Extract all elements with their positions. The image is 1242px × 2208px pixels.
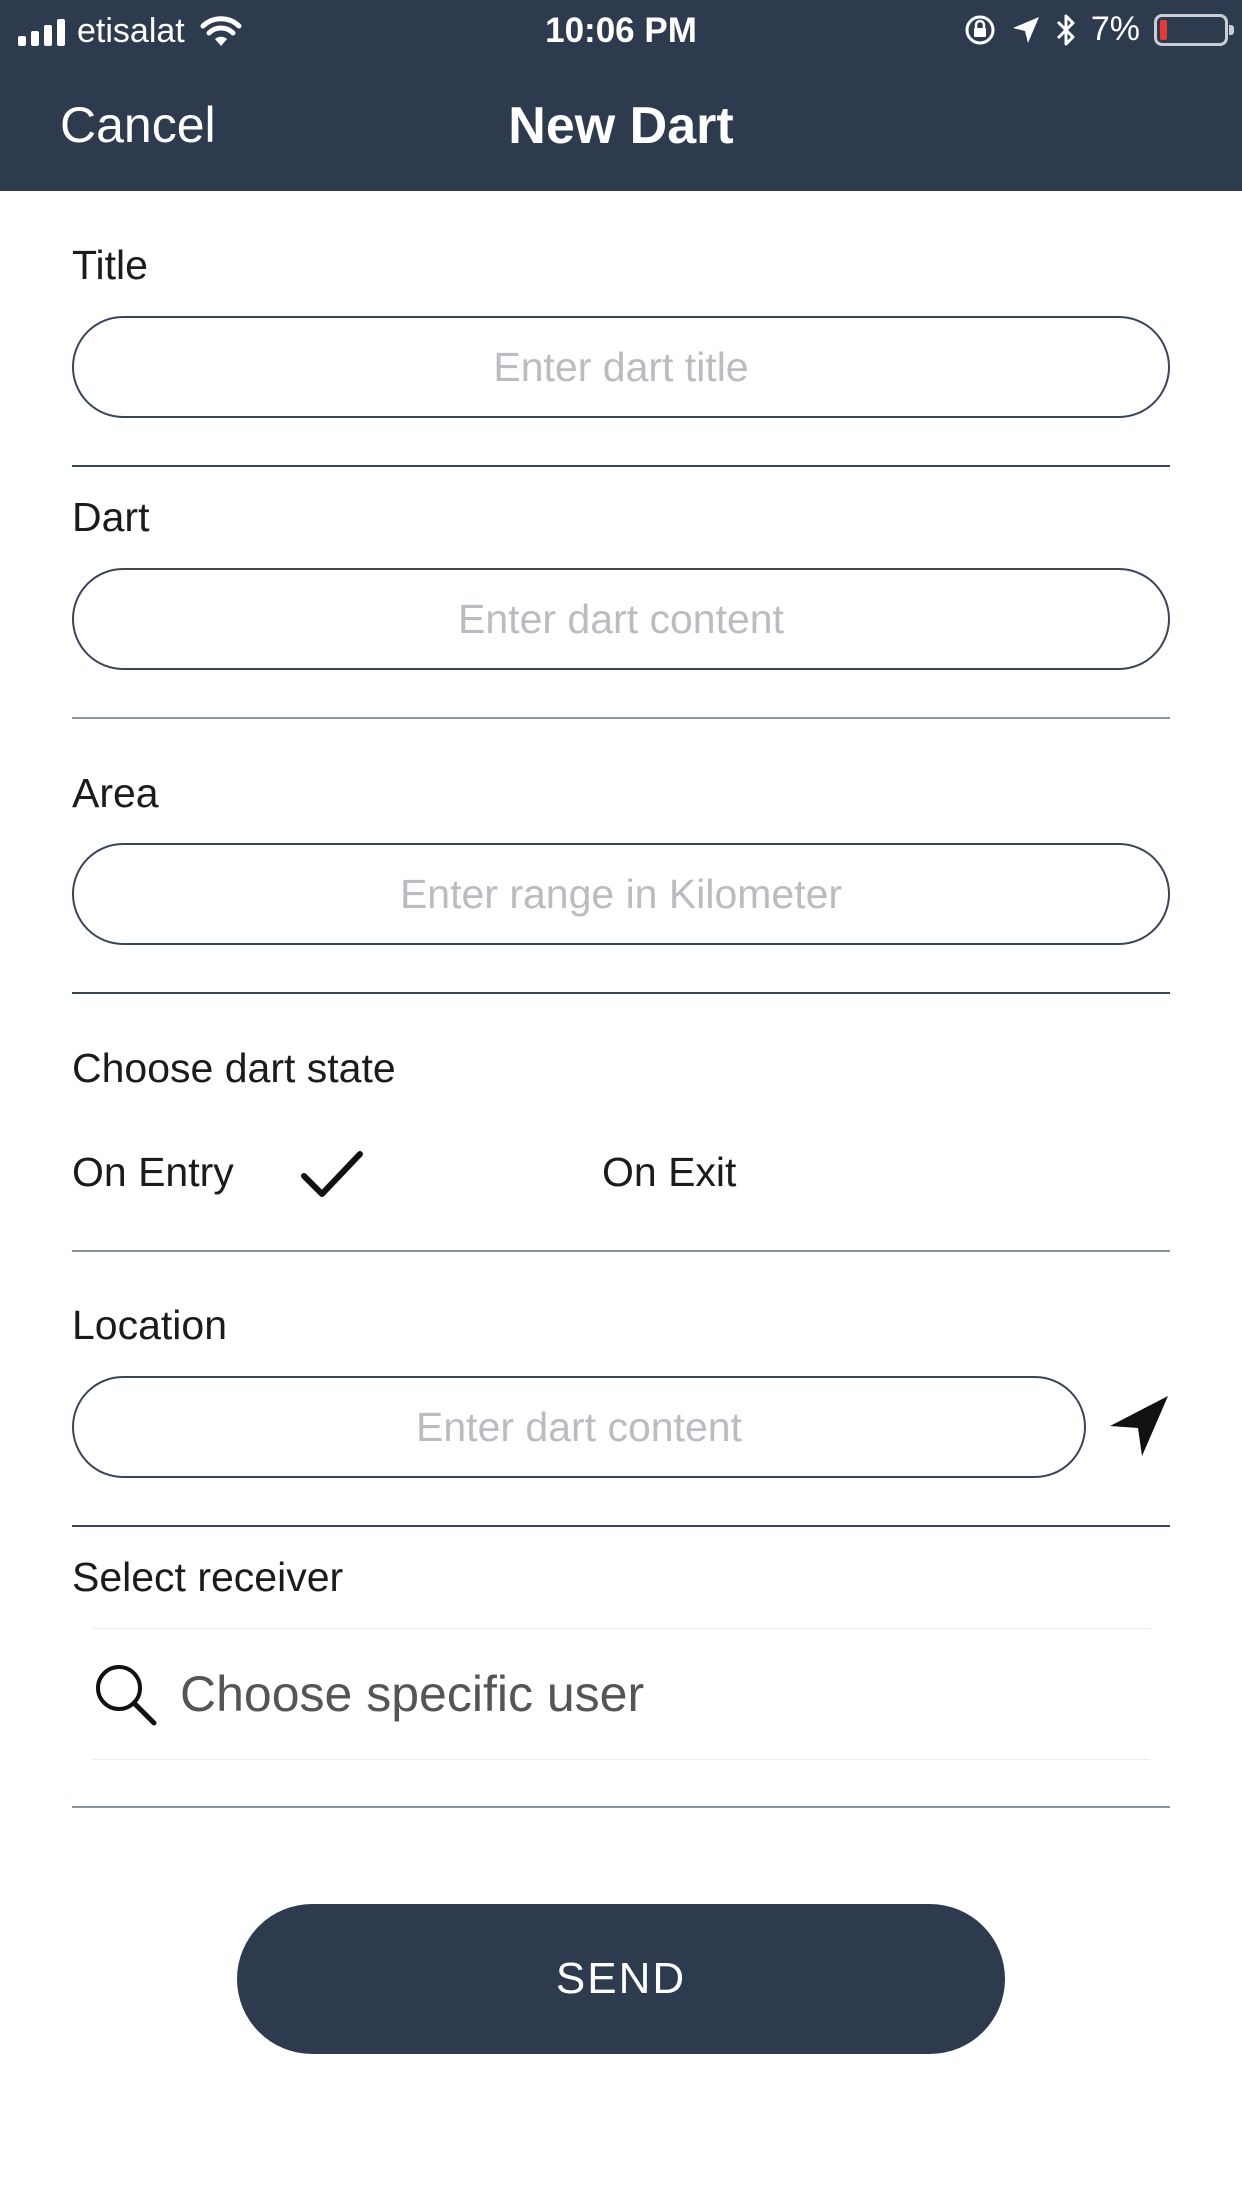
location-arrow-icon xyxy=(1012,16,1039,43)
user-search-placeholder: Choose specific user xyxy=(180,1666,645,1722)
divider xyxy=(72,1806,1170,1808)
battery-icon xyxy=(1154,13,1234,46)
page-title: New Dart xyxy=(508,97,734,155)
divider xyxy=(72,992,1170,994)
dart-label: Dart xyxy=(72,494,150,540)
status-bar: etisalat 10:06 PM 7% xyxy=(0,0,1242,62)
divider xyxy=(72,1525,1170,1527)
location-input[interactable] xyxy=(72,1376,1086,1478)
state-option-on-exit[interactable]: On Exit xyxy=(602,1149,736,1196)
state-option-on-entry[interactable]: On Entry xyxy=(72,1149,234,1196)
divider xyxy=(72,717,1170,719)
search-icon xyxy=(96,1665,157,1726)
title-label: Title xyxy=(72,242,148,288)
nav-header: etisalat 10:06 PM 7% Cancel New Dart xyxy=(0,0,1242,191)
dart-content-input[interactable] xyxy=(72,568,1170,670)
location-label: Location xyxy=(72,1302,228,1348)
area-label: Area xyxy=(72,770,159,816)
checkmark-icon xyxy=(301,1151,363,1197)
dart-state-label: Choose dart state xyxy=(72,1045,396,1091)
divider xyxy=(72,1250,1170,1252)
battery-percent: 7% xyxy=(1090,10,1140,48)
divider xyxy=(72,465,1170,467)
bluetooth-icon xyxy=(1056,14,1075,45)
send-button[interactable]: SEND xyxy=(237,1904,1005,2054)
area-range-input[interactable] xyxy=(72,843,1170,945)
orientation-lock-icon xyxy=(965,15,995,44)
current-location-icon[interactable] xyxy=(1108,1392,1170,1458)
user-search-field[interactable]: Choose specific user xyxy=(92,1628,1150,1760)
title-input[interactable] xyxy=(72,316,1170,418)
receiver-label: Select receiver xyxy=(72,1554,344,1600)
